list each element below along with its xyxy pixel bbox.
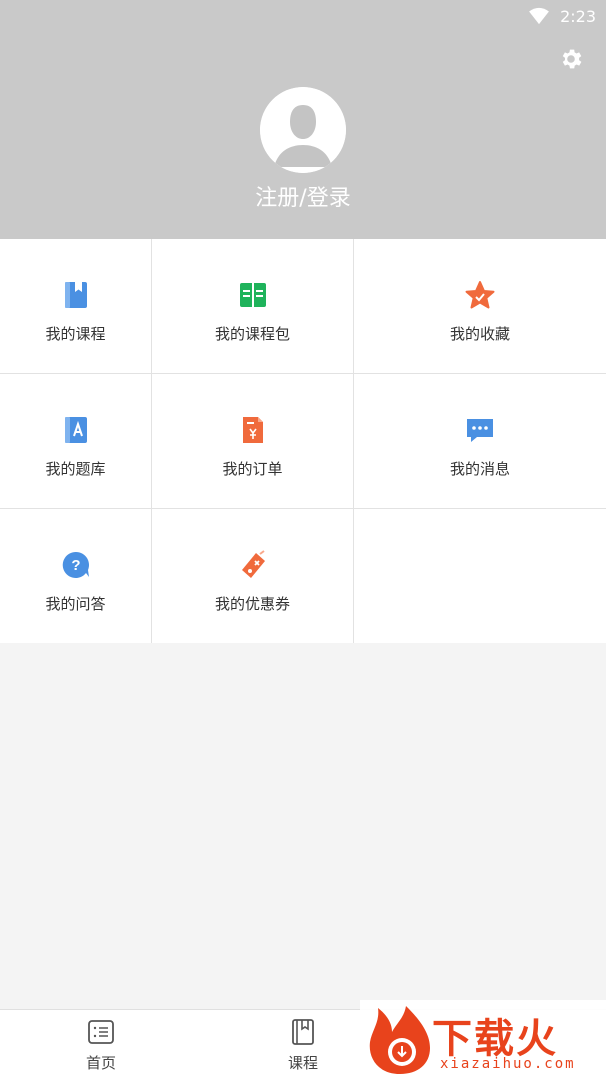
flame-logo-icon <box>369 1006 430 1074</box>
question-bank-icon <box>60 414 92 446</box>
gear-icon <box>562 49 582 69</box>
grid-item-my-qa[interactable]: ? 我的问答 <box>0 509 152 643</box>
book-icon <box>60 279 92 311</box>
grid-item-label: 我的收藏 <box>449 325 510 343</box>
grid-item-my-courses[interactable]: 我的课程 <box>0 239 152 374</box>
question-icon: ? <box>60 549 92 581</box>
grid-item-my-course-packages[interactable]: 我的课程包 <box>152 239 354 374</box>
grid-item-my-messages[interactable]: 我的消息 <box>354 374 606 509</box>
grid-item-label: 我的题库 <box>45 460 106 478</box>
grid-item-label: 我的订单 <box>222 460 283 478</box>
grid-item-my-coupons[interactable]: 我的优惠券 <box>152 509 354 643</box>
grid-item-my-question-bank[interactable]: 我的题库 <box>0 374 152 509</box>
order-icon <box>237 414 269 446</box>
function-grid: 我的课程 我的课程包 我的收藏 我的题库 我的订单 我的消息 ? 我的问答 我的… <box>0 239 606 643</box>
grid-item-label: 我的问答 <box>45 595 106 613</box>
nav-item-home[interactable]: 首页 <box>0 1010 202 1080</box>
profile-header: 2:23 注册/登录 <box>0 0 606 239</box>
grid-item-label: 我的课程包 <box>214 325 290 343</box>
login-register-link[interactable]: 注册/登录 <box>0 180 606 212</box>
default-avatar-icon <box>260 87 346 173</box>
status-time: 2:23 <box>560 6 596 26</box>
watermark-subtitle: xiazaihuo.com <box>440 1056 576 1072</box>
book-outline-icon <box>292 1019 314 1045</box>
avatar[interactable] <box>260 87 346 173</box>
message-icon <box>464 414 496 446</box>
open-book-icon <box>237 279 269 311</box>
nav-label: 课程 <box>287 1054 318 1072</box>
svg-text:?: ? <box>71 557 80 574</box>
grid-item-label: 我的优惠券 <box>214 595 290 613</box>
coupon-tag-icon <box>237 549 269 581</box>
home-list-icon <box>88 1020 114 1044</box>
profile-screen: 2:23 注册/登录 我的课程 我的课程包 我的收藏 我的题库 我的订单 我的消… <box>0 0 606 1080</box>
watermark-logo: 下载火 xiazaihuo.com <box>360 1000 606 1080</box>
grid-item-my-favorites[interactable]: 我的收藏 <box>354 239 606 374</box>
grid-empty-cell <box>354 509 606 643</box>
settings-button[interactable] <box>556 44 586 74</box>
wifi-icon <box>529 7 549 25</box>
star-icon <box>464 279 496 311</box>
nav-label: 首页 <box>85 1054 116 1072</box>
status-bar: 2:23 <box>528 4 596 28</box>
grid-item-label: 我的课程 <box>45 325 106 343</box>
grid-item-my-orders[interactable]: 我的订单 <box>152 374 354 509</box>
grid-item-label: 我的消息 <box>449 460 510 478</box>
